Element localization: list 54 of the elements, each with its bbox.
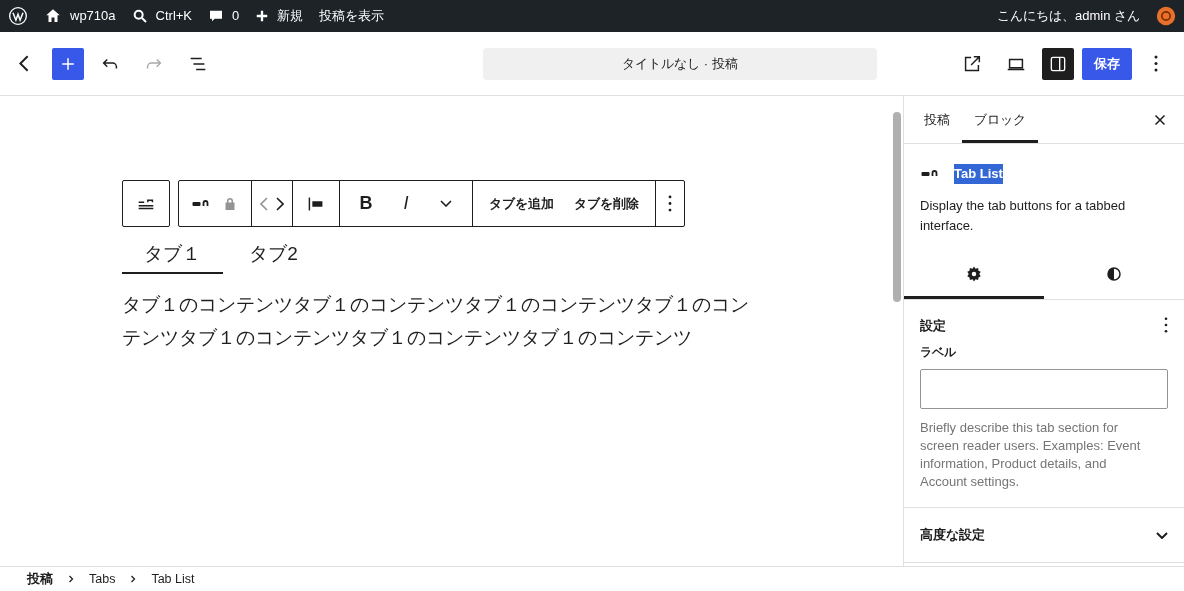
home-icon xyxy=(44,7,62,25)
bold-button[interactable]: B xyxy=(348,190,384,217)
advanced-panel-toggle[interactable]: 高度な設定 xyxy=(904,508,1184,563)
breadcrumb-link[interactable]: Tab List xyxy=(151,569,195,589)
scrollbar[interactable] xyxy=(893,112,901,302)
panel-options-button[interactable] xyxy=(1164,317,1168,334)
comment-icon xyxy=(208,8,225,24)
add-tab-button[interactable]: タブを追加 xyxy=(485,193,558,214)
sidebar-tab[interactable]: ブロック xyxy=(962,96,1038,143)
search-link[interactable]: Ctrl+K xyxy=(131,6,193,26)
greeting-link[interactable]: こんにちは、admin さん xyxy=(996,6,1140,26)
tab-button[interactable]: タブ１ xyxy=(122,236,223,274)
wordpress-logo-icon[interactable] xyxy=(8,6,28,26)
more-vertical-icon xyxy=(1154,55,1158,72)
chevron-right-icon xyxy=(276,196,284,211)
comments-link[interactable]: 0 xyxy=(208,6,240,26)
sidebar-tab[interactable]: 投稿 xyxy=(912,96,962,143)
tab-content-text[interactable]: タブ１のコンテンツタブ１のコンテンツタブ１のコンテンツタブ１のコンテンツタブ１のコンテンツタブ１のコンテンツタブ１のコンテンツ xyxy=(122,288,750,354)
breadcrumb-link[interactable]: 投稿 xyxy=(27,569,53,589)
block-description: Display the tab buttons for a tabbed interface. xyxy=(920,196,1127,235)
chevron-down-icon xyxy=(1156,531,1168,539)
tab-list-icon xyxy=(920,169,938,179)
chevron-left-icon xyxy=(19,55,29,72)
more-vertical-icon xyxy=(668,195,672,212)
breadcrumb-link[interactable]: Tabs xyxy=(89,569,116,589)
site-link[interactable]: wp710a xyxy=(44,6,116,26)
block-name: Tab List xyxy=(954,164,1003,184)
help-text: Briefly describe this tab section for screen reader users. Examples: Event information, Product details, and Account settings. xyxy=(920,419,1142,491)
view-post-link[interactable]: 投稿を表示 xyxy=(319,6,385,26)
chevron-left-icon xyxy=(260,196,268,211)
move-left-button[interactable] xyxy=(260,196,268,211)
new-link[interactable]: 新規 xyxy=(255,6,304,26)
remove-tab-button[interactable]: タブを削除 xyxy=(570,193,643,214)
avatar-icon[interactable] xyxy=(1156,6,1176,26)
label-input-field[interactable] xyxy=(920,369,1168,409)
add-block-button[interactable] xyxy=(52,47,84,80)
parent-block-button[interactable] xyxy=(122,180,170,227)
move-right-button[interactable] xyxy=(276,196,284,211)
block-options-button[interactable] xyxy=(668,195,672,212)
italic-button[interactable]: I xyxy=(388,190,424,217)
more-vertical-icon xyxy=(1164,317,1168,334)
contrast-icon xyxy=(1105,264,1123,283)
field-label: ラベル xyxy=(920,344,957,361)
chevron-down-icon xyxy=(440,200,452,207)
settings-icon xyxy=(965,264,983,283)
tab-list-icon xyxy=(191,199,209,208)
block-type-button[interactable] xyxy=(191,199,209,208)
panel-title: 設定 xyxy=(920,316,946,335)
search-icon xyxy=(131,8,148,24)
plus-icon xyxy=(255,9,270,23)
save-button[interactable]: 保存 xyxy=(1082,47,1132,80)
tab-button[interactable]: タブ2 xyxy=(223,236,324,274)
document-title-bar[interactable]: タイトルなし · 投稿 xyxy=(483,47,877,80)
settings-toggle[interactable] xyxy=(1042,47,1074,80)
